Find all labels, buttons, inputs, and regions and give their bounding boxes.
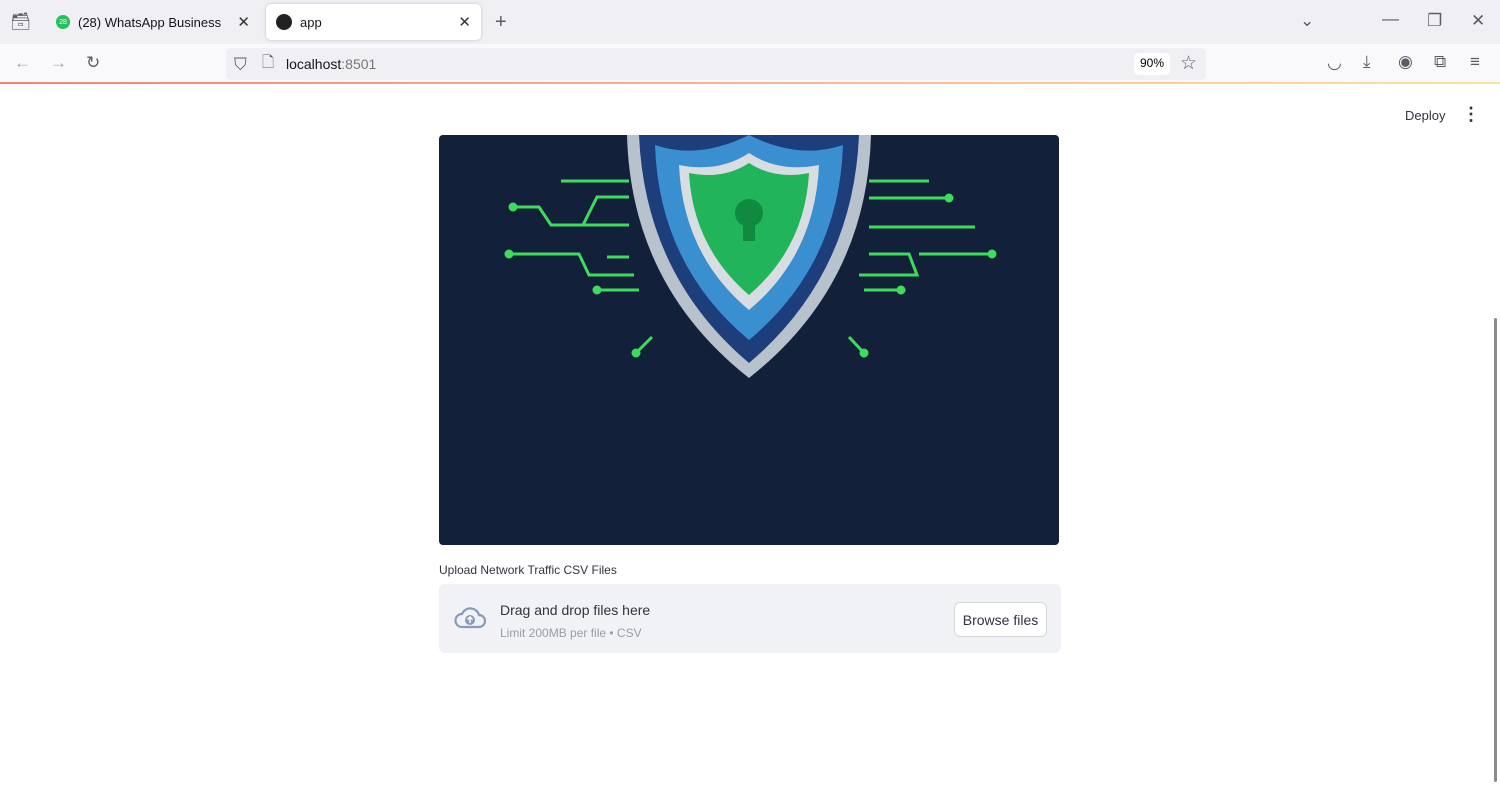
new-tab-icon[interactable]: + bbox=[495, 12, 507, 32]
tab-app[interactable]: app ✕ bbox=[266, 4, 481, 40]
dropzone-hint: Limit 200MB per file • CSV bbox=[500, 626, 642, 640]
reload-icon[interactable]: ↻ bbox=[86, 54, 100, 71]
file-dropzone[interactable]: Drag and drop files here Limit 200MB per… bbox=[439, 584, 1061, 653]
deploy-button[interactable]: Deploy bbox=[1405, 108, 1445, 123]
tab-label: (28) WhatsApp Business bbox=[78, 14, 222, 30]
window-close-icon[interactable]: ✕ bbox=[1471, 12, 1485, 29]
url-bar[interactable]: ⛉ 🗋 localhost:8501 90% ☆ bbox=[226, 48, 1206, 80]
whatsapp-icon: 28 bbox=[56, 15, 70, 29]
loading-accent-line bbox=[0, 82, 1500, 84]
close-icon[interactable]: ✕ bbox=[458, 13, 471, 31]
restore-icon[interactable]: ❐ bbox=[1427, 12, 1442, 29]
url-text[interactable]: localhost:8501 bbox=[286, 56, 376, 72]
browse-files-button[interactable]: Browse files bbox=[954, 602, 1047, 637]
extensions-icon[interactable]: ⧉ bbox=[1434, 53, 1446, 70]
shield-icon[interactable]: ⛉ bbox=[234, 56, 247, 73]
minimize-icon[interactable]: — bbox=[1382, 10, 1399, 27]
download-icon[interactable]: ⤓ bbox=[1363, 53, 1371, 70]
back-icon[interactable]: ← bbox=[14, 54, 31, 71]
menu-icon[interactable]: ≡ bbox=[1470, 53, 1480, 70]
dropzone-title: Drag and drop files here bbox=[500, 602, 651, 618]
main-menu-icon[interactable]: ⋮ bbox=[1462, 104, 1480, 125]
page-scrollbar[interactable] bbox=[1494, 318, 1497, 782]
forward-icon[interactable]: → bbox=[50, 54, 67, 71]
streamlit-icon bbox=[276, 14, 292, 30]
nav-bar: ← → ↻ ⛉ 🗋 localhost:8501 90% ☆ ◡ ⤓ ◉ ⧉ ≡ bbox=[0, 44, 1500, 84]
tab-list-chevron-icon[interactable]: ⌄ bbox=[1300, 12, 1314, 29]
zoom-level[interactable]: 90% bbox=[1134, 53, 1171, 75]
pocket-icon[interactable]: ◡ bbox=[1327, 54, 1342, 71]
tab-whatsapp[interactable]: 28 (28) WhatsApp Business ✕ bbox=[46, 4, 260, 40]
page-icon: 🗋 bbox=[262, 54, 275, 71]
account-icon[interactable]: ◉ bbox=[1398, 53, 1413, 70]
tab-overview-icon[interactable]: 🗃 bbox=[10, 13, 32, 30]
close-icon[interactable]: ✕ bbox=[237, 13, 250, 31]
uploader-label: Upload Network Traffic CSV Files bbox=[439, 563, 617, 577]
tab-label: app bbox=[300, 14, 322, 30]
cloud-upload-icon bbox=[454, 607, 487, 629]
shield-lock-illustration bbox=[504, 135, 997, 378]
hero-image bbox=[439, 135, 1059, 545]
bookmark-star-icon[interactable]: ☆ bbox=[1180, 54, 1197, 73]
tab-bar: 🗃 28 (28) WhatsApp Business ✕ app ✕ + ⌄ … bbox=[0, 0, 1500, 44]
